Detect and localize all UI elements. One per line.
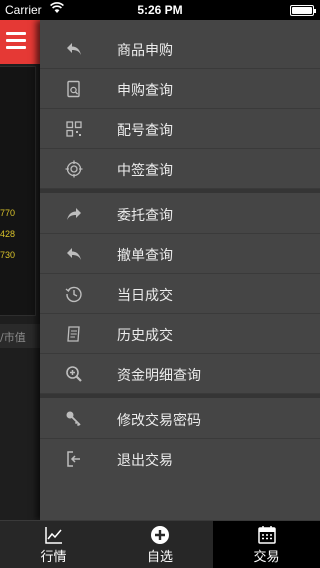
plus-circle-icon bbox=[107, 525, 213, 545]
menu-item-allotment-query[interactable]: 配号查询 bbox=[40, 109, 320, 149]
logout-icon bbox=[65, 450, 83, 468]
menu-item-subscribe[interactable]: 商品申购 bbox=[40, 29, 320, 69]
battery-icon bbox=[290, 5, 316, 16]
menu-item-subscribe-query[interactable]: 申购查询 bbox=[40, 69, 320, 109]
account-value: 770 bbox=[0, 208, 16, 218]
menu-item-cancel-query[interactable]: 撤单查询 bbox=[40, 234, 320, 274]
column-header-market-value: /市值 bbox=[0, 324, 40, 348]
target-icon bbox=[65, 160, 83, 178]
menu-item-order-query[interactable]: 委托查询 bbox=[40, 194, 320, 234]
history-clock-icon bbox=[65, 285, 83, 303]
menu-item-label: 中签查询 bbox=[117, 163, 173, 179]
chart-icon bbox=[0, 525, 107, 545]
tab-trade[interactable]: 交易 bbox=[213, 521, 320, 568]
menu-item-change-password[interactable]: 修改交易密码 bbox=[40, 399, 320, 439]
menu-item-label: 撤单查询 bbox=[117, 248, 173, 264]
menu-item-today-deals[interactable]: 当日成交 bbox=[40, 274, 320, 314]
tab-watchlist[interactable]: 自选 bbox=[107, 521, 213, 568]
zoom-plus-icon bbox=[65, 365, 83, 383]
menu-item-label: 配号查询 bbox=[117, 123, 173, 139]
menu-item-fund-detail-query[interactable]: 资金明细查询 bbox=[40, 354, 320, 394]
menu-item-logout[interactable]: 退出交易 bbox=[40, 439, 320, 479]
qr-grid-icon bbox=[65, 120, 83, 138]
page-header bbox=[0, 20, 40, 64]
screen: Carrier 5:26 PM 770 428 730 /市值 商品申购 申购查… bbox=[0, 0, 320, 568]
background-trading-page: 770 428 730 /市值 bbox=[0, 20, 40, 520]
account-value: 730 bbox=[0, 250, 16, 260]
menu-item-label: 商品申购 bbox=[117, 43, 173, 59]
menu-item-history-deals[interactable]: 历史成交 bbox=[40, 314, 320, 354]
menu-item-label: 当日成交 bbox=[117, 288, 173, 304]
notepad-icon bbox=[65, 325, 83, 343]
trade-menu-drawer: 商品申购 申购查询 配号查询 中签查询 委托查询 撤单查询 当日成交 历史成交 … bbox=[40, 20, 320, 520]
forward-arrow-icon bbox=[65, 205, 83, 223]
menu-divider bbox=[40, 189, 320, 193]
back-arrow-icon bbox=[65, 245, 83, 263]
key-icon bbox=[65, 410, 83, 428]
tab-bar: 行情 自选 交易 bbox=[0, 520, 320, 568]
tab-label: 交易 bbox=[253, 550, 280, 565]
menu-item-winning-query[interactable]: 中签查询 bbox=[40, 149, 320, 189]
clock: 5:26 PM bbox=[137, 3, 183, 17]
menu-item-label: 申购查询 bbox=[117, 83, 173, 99]
hamburger-menu-icon[interactable] bbox=[6, 32, 26, 50]
menu-item-label: 资金明细查询 bbox=[117, 368, 201, 384]
document-search-icon bbox=[65, 80, 83, 98]
account-panel: 770 428 730 bbox=[0, 66, 36, 316]
menu-item-label: 委托查询 bbox=[117, 208, 173, 224]
menu-item-label: 修改交易密码 bbox=[117, 413, 201, 429]
tab-market[interactable]: 行情 bbox=[0, 521, 107, 568]
calendar-icon bbox=[213, 525, 320, 545]
menu-item-label: 退出交易 bbox=[117, 453, 173, 469]
menu-divider bbox=[40, 394, 320, 398]
status-bar: Carrier 5:26 PM bbox=[0, 0, 320, 20]
tab-label: 自选 bbox=[146, 550, 173, 565]
tab-label: 行情 bbox=[40, 550, 67, 565]
undo-arrow-icon bbox=[65, 40, 83, 58]
account-value: 428 bbox=[0, 229, 16, 239]
menu-item-label: 历史成交 bbox=[117, 328, 173, 344]
